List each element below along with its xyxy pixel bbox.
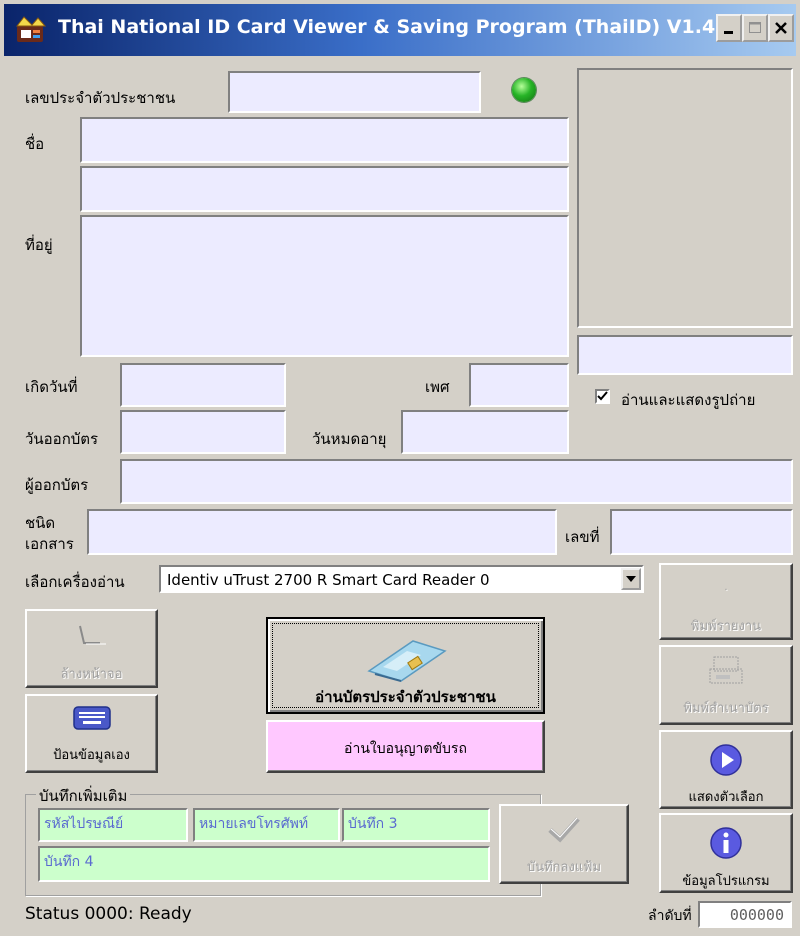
photo-caption-field[interactable] [577, 335, 793, 375]
check-icon [597, 391, 608, 401]
select-reader-label: เลือกเครื่องอ่าน [25, 573, 125, 591]
sequence-label: ลำดับที่ [648, 908, 692, 924]
phone-field[interactable]: หมายเลขโทรศัพท์ [193, 808, 340, 842]
show-options-button[interactable]: แสดงตัวเลือก [659, 730, 793, 809]
print-report-dot: · [724, 585, 728, 596]
address-label: ที่อยู่ [25, 236, 53, 254]
id-number-label: เลขประจำตัวประชาชน [25, 89, 176, 107]
maximize-icon [749, 22, 761, 33]
manual-input-label: ป้อนข้อมูลเอง [53, 748, 130, 763]
app-icon [15, 16, 47, 42]
read-driver-license-label: อ่านใบอนุญาตขับรถ [344, 741, 467, 757]
extra-notes-title: บันทึกเพิ่มเติม [36, 784, 131, 808]
gender-label: เพศ [425, 378, 450, 396]
program-info-label: ข้อมูลโปรแกรม [682, 874, 770, 889]
app-window: Thai National ID Card Viewer & Saving Pr… [0, 0, 800, 936]
reader-dropdown-button[interactable] [621, 568, 641, 590]
title-bar[interactable]: Thai National ID Card Viewer & Saving Pr… [4, 4, 796, 56]
expiry-date-label: วันหมดอายุ [312, 430, 387, 448]
keyboard-icon [72, 706, 111, 730]
minimize-icon [724, 31, 733, 34]
save-extra-label: บันทึกลงแฟ้ม [526, 860, 602, 875]
extra-notes-group: บันทึกเพิ่มเติม รหัสไปรษณีย์ หมายเลขโทรศ… [25, 784, 629, 896]
maximize-button[interactable] [742, 14, 768, 42]
status-text: Status 0000: Ready [25, 904, 192, 924]
print-card-icon [709, 656, 743, 684]
save-extra-button[interactable]: บันทึกลงแฟ้ม [499, 804, 629, 884]
read-id-card-button[interactable]: อ่านบัตรประจำตัวประชาชน [266, 617, 545, 714]
postal-code-field[interactable]: รหัสไปรษณีย์ [38, 808, 188, 842]
print-report-label: พิมพ์รายงาน [690, 619, 762, 634]
reader-select-value: Identiv uTrust 2700 R Smart Card Reader … [167, 571, 490, 589]
close-icon [775, 22, 787, 34]
print-card-copy-button[interactable]: พิมพ์สำเนาบัตร [659, 645, 793, 725]
print-card-copy-label: พิมพ์สำเนาบัตร [683, 701, 769, 716]
print-report-button[interactable]: · พิมพ์รายงาน [659, 563, 793, 640]
name-thai-field[interactable] [80, 117, 569, 163]
close-button[interactable] [768, 14, 794, 42]
show-options-label: แสดงตัวเลือก [688, 790, 764, 805]
clear-screen-button[interactable]: ล้างหน้าจอ [25, 609, 158, 688]
info-icon [710, 827, 742, 859]
issue-date-label: วันออกบัตร [25, 430, 99, 448]
name-label: ชื่อ [25, 135, 45, 153]
manual-input-button[interactable]: ป้อนข้อมูลเอง [25, 694, 158, 773]
play-icon [710, 744, 742, 776]
clear-screen-icon [78, 625, 106, 645]
issuer-field[interactable] [120, 459, 793, 504]
checkmark-icon [548, 817, 580, 843]
doc-type-label-line2: เอกสาร [25, 535, 74, 553]
smart-card-icon [366, 640, 447, 682]
issuer-label: ผู้ออกบัตร [25, 476, 89, 494]
doc-type-field[interactable] [87, 509, 557, 555]
read-photo-checkbox[interactable] [595, 389, 610, 404]
birth-date-label: เกิดวันที่ [25, 378, 78, 396]
window-title: Thai National ID Card Viewer & Saving Pr… [58, 16, 749, 38]
id-number-field[interactable] [228, 71, 481, 113]
doc-number-label: เลขที่ [565, 528, 600, 546]
name-english-field[interactable] [80, 166, 569, 212]
doc-number-field[interactable] [610, 509, 793, 555]
note4-field[interactable]: บันทึก 4 [38, 846, 490, 882]
address-field[interactable] [80, 215, 569, 357]
expiry-date-field[interactable] [401, 410, 569, 454]
issue-date-field[interactable] [120, 410, 286, 454]
minimize-button[interactable] [716, 14, 742, 42]
read-driver-license-button[interactable]: อ่านใบอนุญาตขับรถ [266, 720, 545, 773]
reader-status-led [512, 78, 536, 102]
program-info-button[interactable]: ข้อมูลโปรแกรม [659, 813, 793, 893]
photo-box [577, 68, 793, 328]
note3-field[interactable]: บันทึก 3 [342, 808, 490, 842]
sequence-value: 000000 [698, 901, 792, 928]
clear-screen-label: ล้างหน้าจอ [60, 667, 123, 682]
reader-select[interactable]: Identiv uTrust 2700 R Smart Card Reader … [159, 565, 644, 593]
birth-date-field[interactable] [120, 363, 286, 407]
chevron-down-icon [626, 576, 636, 582]
gender-field[interactable] [469, 363, 569, 407]
read-id-card-label: อ่านบัตรประจำตัวประชาชน [315, 688, 496, 706]
read-photo-label: อ่านและแสดงรูปถ่าย [621, 391, 756, 409]
